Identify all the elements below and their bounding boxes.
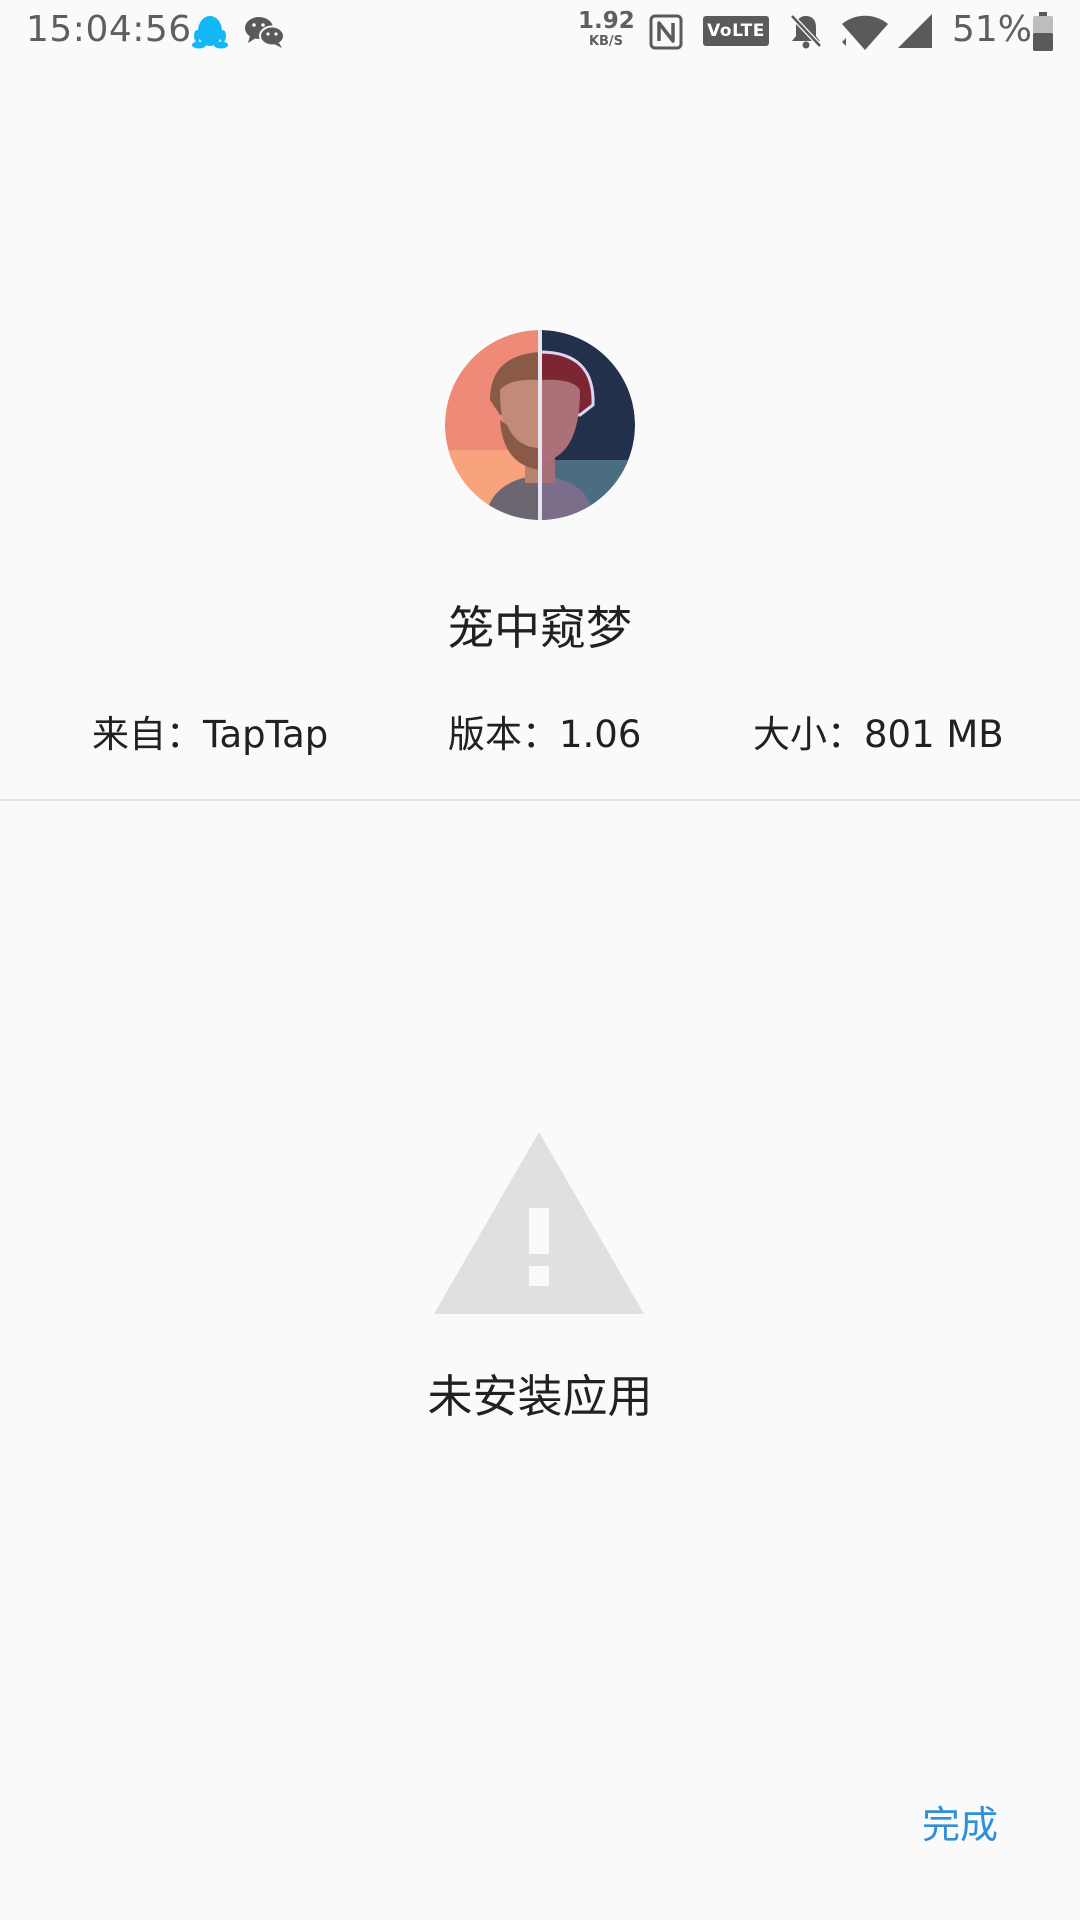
battery-percent: 51% <box>952 9 1033 50</box>
nfc-icon <box>649 14 683 50</box>
install-result-message: 未安装应用 <box>427 1370 653 1423</box>
volte-icon: VoLTE <box>703 16 769 46</box>
wifi-icon <box>842 15 888 50</box>
app-name: 笼中窥梦 <box>448 601 632 655</box>
qq-icon <box>192 16 228 49</box>
mute-icon <box>790 14 822 49</box>
app-version: 版本：1.06 <box>448 713 642 756</box>
status-time: 15:04:56 <box>26 9 192 50</box>
wechat-icon <box>245 17 285 48</box>
app-source: 来自：TapTap <box>92 713 329 756</box>
warning-icon <box>434 1132 644 1314</box>
divider <box>0 799 1080 801</box>
app-size: 大小：801 MB <box>753 713 1004 756</box>
network-speed-unit: KB/S <box>588 34 624 49</box>
done-button[interactable]: 完成 <box>900 1795 1020 1855</box>
status-bar: 15:04:56 1.92 KB/S VoLTE 51% <box>0 0 1080 62</box>
battery-icon <box>1033 12 1053 51</box>
app-icon <box>445 330 635 520</box>
network-speed: 1.92 KB/S <box>578 8 635 49</box>
signal-icon <box>898 14 932 48</box>
network-speed-value: 1.92 <box>578 8 635 34</box>
